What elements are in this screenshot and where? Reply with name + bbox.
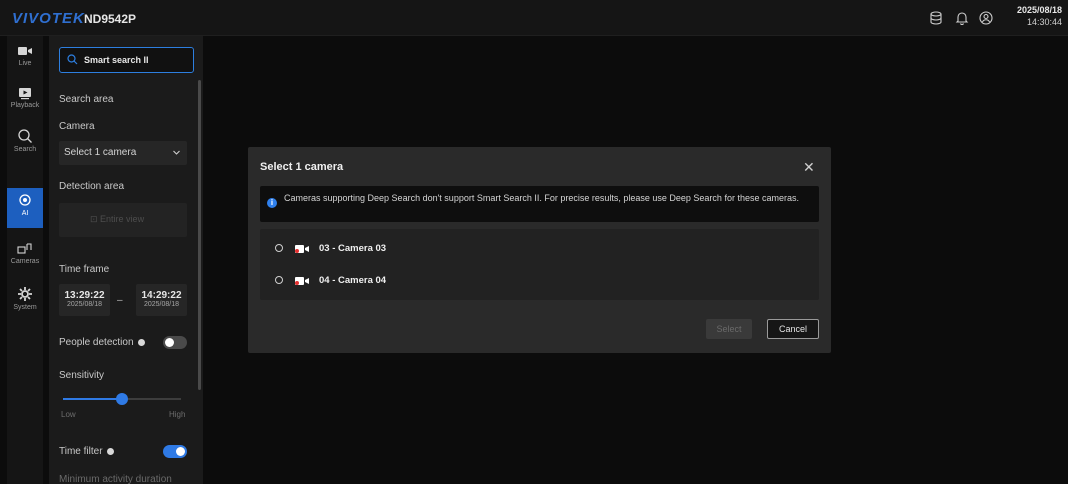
- top-bar: VIVOTEK ND9542P 2025/08/18 14:30:44: [0, 0, 1068, 36]
- rail-item-system[interactable]: System: [7, 282, 43, 322]
- camera-list: 03 - Camera 03 04 - Camera 04: [260, 229, 819, 300]
- search-area-heading: Search area: [59, 94, 114, 105]
- smart-search-label: Smart search II: [84, 55, 149, 65]
- search-icon: [67, 54, 78, 65]
- dialog-title: Select 1 camera: [260, 161, 344, 173]
- time-frame-label: Time frame: [59, 264, 110, 275]
- list-item[interactable]: 04 - Camera 04: [260, 266, 819, 296]
- select-button[interactable]: Select: [706, 319, 752, 339]
- people-detection-text: People detection: [59, 337, 134, 348]
- entire-view-button[interactable]: ⊡ Entire view: [59, 203, 187, 237]
- brand-logo: VIVOTEK: [12, 10, 85, 27]
- start-time: 13:29:22: [64, 290, 105, 301]
- slider-fill: [63, 398, 122, 400]
- camera-radio[interactable]: [275, 244, 283, 252]
- camera-label: Camera: [59, 121, 95, 132]
- rail-item-cameras[interactable]: Cameras: [7, 238, 43, 278]
- panel-scrollbar[interactable]: [198, 80, 201, 390]
- nav-rail: Live Playback Search AI Cameras System: [7, 36, 43, 484]
- camera-radio[interactable]: [275, 276, 283, 284]
- entire-view-text: Entire view: [100, 214, 145, 224]
- clock-date: 2025/08/18: [1016, 5, 1062, 15]
- people-detection-toggle[interactable]: [163, 336, 187, 349]
- rail-label: Cameras: [10, 258, 40, 265]
- gear-icon: [18, 287, 32, 301]
- camera-select-value: Select 1 camera: [64, 147, 137, 158]
- rail-label: AI: [21, 210, 29, 217]
- search-icon: [18, 129, 32, 143]
- rail-item-ai[interactable]: AI: [7, 188, 43, 228]
- cameras-icon: [17, 243, 32, 254]
- start-time-picker[interactable]: 13:29:22 2025/08/18: [59, 284, 110, 316]
- low-label: Low: [61, 410, 76, 419]
- select-camera-dialog: Select 1 camera ✕ i Cameras supporting D…: [248, 147, 831, 353]
- camera-icon: [295, 245, 309, 253]
- toggle-knob: [176, 447, 185, 456]
- detection-area-label: Detection area: [59, 181, 125, 192]
- camera-icon: [295, 277, 309, 285]
- rail-label: Playback: [10, 102, 40, 109]
- playback-icon: [19, 88, 31, 100]
- end-date: 2025/08/18: [143, 301, 180, 308]
- min-activity-label: Minimum activity duration: [59, 474, 172, 484]
- rail-label: System: [13, 304, 37, 311]
- chevron-down-icon: [173, 150, 180, 155]
- info-icon: i: [267, 198, 277, 208]
- time-filter-text: Time filter: [59, 446, 103, 457]
- close-icon[interactable]: ✕: [803, 159, 815, 176]
- start-date: 2025/08/18: [66, 301, 103, 308]
- cancel-button[interactable]: Cancel: [767, 319, 819, 339]
- smart-search-button[interactable]: Smart search II: [59, 47, 194, 73]
- time-filter-label: Time filter: [59, 446, 114, 457]
- rail-label: Live: [18, 60, 32, 67]
- ai-icon: [19, 194, 31, 206]
- clock: 2025/08/18 14:30:44: [1017, 4, 1062, 28]
- sensitivity-label: Sensitivity: [59, 370, 105, 381]
- time-range-separator: –: [117, 295, 123, 306]
- bell-icon[interactable]: [955, 11, 969, 25]
- end-time: 14:29:22: [141, 290, 182, 301]
- notice-banner: i Cameras supporting Deep Search don't s…: [260, 186, 819, 222]
- device-model: ND9542P: [84, 12, 137, 26]
- clock-time: 14:30:44: [1026, 17, 1062, 27]
- rail-item-search[interactable]: Search: [7, 124, 43, 164]
- toggle-knob: [165, 338, 174, 347]
- sensitivity-slider[interactable]: [63, 393, 181, 405]
- live-video-icon: [18, 47, 32, 55]
- list-item[interactable]: 03 - Camera 03: [260, 234, 819, 264]
- rail-item-playback[interactable]: Playback: [7, 82, 43, 122]
- entire-view-label: ⊡ Entire view: [90, 214, 145, 224]
- rail-label: Search: [13, 146, 37, 153]
- info-icon[interactable]: [137, 338, 145, 346]
- camera-name: 03 - Camera 03: [319, 243, 387, 254]
- time-filter-toggle[interactable]: [163, 445, 187, 458]
- info-icon[interactable]: [106, 447, 114, 455]
- camera-select[interactable]: Select 1 camera: [59, 141, 187, 165]
- camera-name: 04 - Camera 04: [319, 275, 387, 286]
- notice-text: Cameras supporting Deep Search don't sup…: [284, 193, 799, 203]
- slider-handle[interactable]: [116, 393, 128, 405]
- storage-icon[interactable]: [929, 11, 943, 25]
- high-label: High: [169, 410, 186, 419]
- people-detection-label: People detection: [59, 337, 145, 348]
- user-icon[interactable]: [979, 11, 993, 25]
- rail-item-live[interactable]: Live: [7, 40, 43, 80]
- end-time-picker[interactable]: 14:29:22 2025/08/18: [136, 284, 187, 316]
